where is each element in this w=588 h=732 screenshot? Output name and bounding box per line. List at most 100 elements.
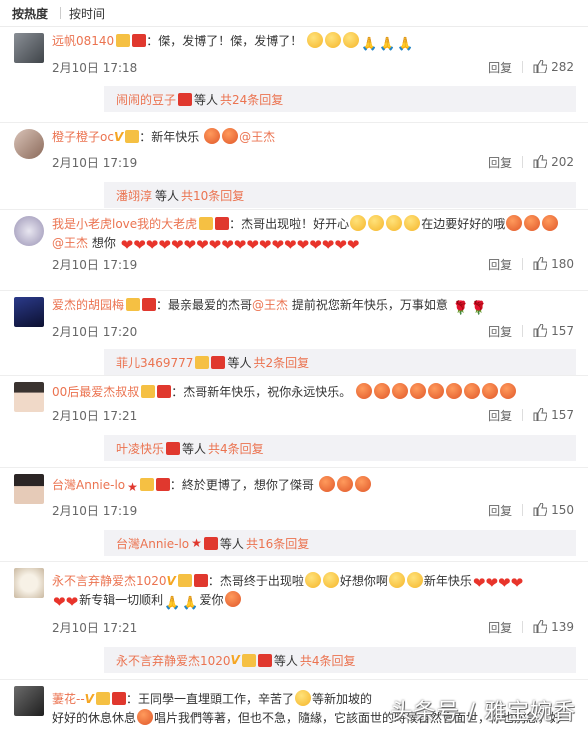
sub-reply-suffix: 等人	[194, 92, 219, 107]
sub-reply-suffix: 等人	[155, 188, 180, 203]
emoji-icon	[137, 709, 154, 725]
more-replies-link[interactable]: 共16条回复	[246, 535, 309, 552]
username[interactable]: 远帆08140	[52, 34, 114, 48]
sub-replies[interactable]: 叶凌快乐 等人 共4条回复	[104, 435, 576, 461]
username[interactable]: 台灣Annie-lo	[52, 478, 125, 492]
pray-emoji-icon: 🙏	[397, 37, 414, 52]
reply-button[interactable]: 回复	[488, 502, 512, 519]
avatar[interactable]	[14, 33, 44, 63]
red-envelope-icon	[157, 385, 172, 398]
vip-badge-icon	[199, 217, 214, 230]
vip-badge-icon	[95, 692, 110, 705]
like-button[interactable]: 180	[533, 257, 574, 271]
emoji-icon	[318, 476, 335, 492]
like-button[interactable]: 157	[533, 408, 574, 422]
actions: 回复 139	[478, 619, 574, 636]
pray-emoji-icon: 🙏	[379, 37, 396, 52]
thumbs-up-icon	[533, 503, 548, 516]
heart-icon: ❤❤	[53, 593, 79, 611]
sub-replies[interactable]: 潘翊淳 等人 共10条回复	[104, 182, 576, 208]
comment-body-3: 好好的休息休息	[52, 711, 137, 725]
avatar[interactable]	[14, 686, 44, 716]
sub-reply-user[interactable]: 菲儿3469777	[116, 354, 193, 371]
avatar[interactable]	[14, 568, 44, 598]
mention-link[interactable]: @王杰	[239, 130, 275, 144]
like-button[interactable]: 150	[533, 503, 574, 517]
tab-time[interactable]: 按时间	[69, 5, 113, 22]
avatar[interactable]	[14, 129, 44, 159]
like-button[interactable]: 157	[533, 324, 574, 338]
username[interactable]: 永不言弃静爱杰1020	[52, 574, 167, 588]
comment-text: 台灣Annie-lo ★ ：終於更博了，想你了傑哥	[52, 468, 588, 497]
avatar[interactable]	[14, 474, 44, 504]
tab-divider	[60, 7, 62, 19]
more-replies-link[interactable]: 共2条回复	[253, 354, 309, 371]
thumbs-up-icon	[533, 408, 548, 421]
red-envelope-icon	[257, 653, 272, 667]
comment-item: 我是小老虎love我的大老虎 ：杰哥出现啦！好开心 在边要好好的哦 @王杰 想你 ❤…	[0, 210, 588, 291]
more-replies-link[interactable]: 共4条回复	[208, 440, 264, 457]
like-count: 282	[551, 60, 574, 74]
reply-button[interactable]: 回复	[488, 59, 512, 76]
comment-text: 橙子橙子ocV ：新年快乐 @王杰	[52, 123, 588, 147]
crying-emoji-icon	[343, 32, 360, 48]
like-count: 150	[551, 503, 574, 517]
sub-replies[interactable]: 台灣Annie-lo ★ 等人 共16条回复	[104, 530, 576, 556]
heart-icon: ❤❤❤❤	[472, 574, 524, 592]
vip-badge-icon	[141, 385, 156, 398]
sub-reply-user[interactable]: 闹闹的豆子	[116, 91, 176, 108]
red-envelope-icon	[142, 298, 157, 311]
verified-icon: V	[166, 574, 176, 588]
reply-button[interactable]: 回复	[488, 256, 512, 273]
like-count: 157	[551, 324, 574, 338]
comment-meta: 2月10日 17:19 回复 180	[52, 252, 588, 276]
comment-meta: 2月10日 17:21 回复 139	[52, 615, 588, 639]
avatar[interactable]	[14, 297, 44, 327]
username[interactable]: 橙子橙子oc	[52, 130, 114, 144]
sub-replies[interactable]: 永不言弃静爱杰1020 V 等人 共4条回复	[104, 647, 576, 673]
sub-reply-user[interactable]: 永不言弃静爱杰1020	[116, 652, 231, 669]
comment-body: ：最亲最爱的杰哥	[156, 298, 253, 312]
emoji-icon	[336, 476, 353, 492]
like-button[interactable]: 139	[533, 620, 574, 634]
smile-emoji-icon	[350, 215, 367, 231]
mention-link[interactable]: @王杰	[252, 298, 288, 312]
comment-item: 橙子橙子ocV ：新年快乐 @王杰 2月10日 17:19 回复 202 潘翊淳 …	[0, 123, 588, 210]
reply-button[interactable]: 回复	[488, 407, 512, 424]
comment-text: 爱杰的胡园梅 ：最亲最爱的杰哥@王杰 提前祝您新年快乐，万事如意 🌹 🌹	[52, 291, 588, 318]
reply-button[interactable]: 回复	[488, 154, 512, 171]
tab-hot[interactable]: 按热度	[12, 5, 56, 22]
comment-body-3: 想你	[88, 236, 116, 250]
reply-button[interactable]: 回复	[488, 323, 512, 340]
username[interactable]: 我是小老虎love我的大老虎	[52, 217, 197, 231]
actions: 回复 150	[478, 502, 574, 519]
action-divider	[522, 409, 524, 421]
mention-link[interactable]: @王杰	[52, 236, 88, 250]
sub-reply-user[interactable]: 潘翊淳	[116, 187, 152, 204]
username[interactable]: 00后最爱杰叔叔	[52, 385, 139, 399]
more-replies-link[interactable]: 共4条回复	[300, 652, 356, 669]
reply-button[interactable]: 回复	[488, 619, 512, 636]
comment-meta: 2月10日 17:19 回复 150	[52, 498, 588, 522]
red-envelope-icon	[132, 34, 147, 47]
vip-badge-icon	[125, 130, 140, 143]
thumbs-up-icon	[533, 60, 548, 73]
like-button[interactable]: 282	[533, 60, 574, 74]
username[interactable]: 爱杰的胡园梅	[52, 298, 124, 312]
more-replies-link[interactable]: 共10条回复	[181, 187, 244, 204]
comment-text: 远帆08140 ：傑，发博了！傑，发博了！ 🙏 🙏 🙏	[52, 27, 588, 54]
sub-replies[interactable]: 菲儿3469777 等人 共2条回复	[104, 349, 576, 375]
comment-meta: 2月10日 17:19 回复 202	[52, 150, 588, 174]
timestamp: 2月10日 17:19	[52, 257, 138, 272]
sub-reply-user[interactable]: 叶凌快乐	[116, 440, 164, 457]
avatar[interactable]	[14, 382, 44, 412]
sub-reply-user[interactable]: 台灣Annie-lo	[116, 535, 189, 552]
emoji-icon	[410, 383, 427, 399]
like-button[interactable]: 202	[533, 155, 574, 169]
more-replies-link[interactable]: 共24条回复	[220, 91, 283, 108]
timestamp: 2月10日 17:21	[52, 408, 138, 423]
vip-badge-icon	[177, 574, 192, 587]
username[interactable]: 萋花--	[52, 692, 85, 706]
avatar[interactable]	[14, 216, 44, 246]
sub-replies[interactable]: 闹闹的豆子 等人 共24条回复	[104, 86, 576, 112]
